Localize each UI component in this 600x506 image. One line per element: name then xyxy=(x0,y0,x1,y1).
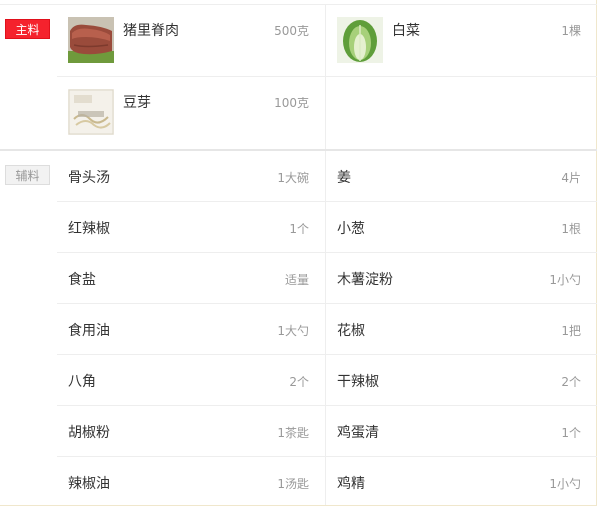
napa-cabbage-photo[interactable] xyxy=(337,17,383,63)
bean-sprouts-photo[interactable] xyxy=(68,89,114,135)
ingredient-name: 辣椒油 xyxy=(68,476,110,492)
aux-ingredient-row: 骨头汤 1大碗 姜 4片 xyxy=(57,151,597,202)
aux-ingredient-row: 辣椒油 1汤匙 鸡精 1小勺 xyxy=(57,457,597,505)
aux-ingredient-item[interactable]: 红辣椒 1个 xyxy=(57,202,326,252)
ingredient-amount: 1小勺 xyxy=(549,477,581,491)
ingredient-amount: 2个 xyxy=(289,375,309,389)
ingredient-amount: 1根 xyxy=(561,222,581,236)
ingredient-name: 鸡蛋清 xyxy=(337,425,379,441)
ingredient-amount: 适量 xyxy=(284,273,309,287)
aux-ingredient-row: 八角 2个 干辣椒 2个 xyxy=(57,355,597,406)
aux-ingredients-tag: 辅料 xyxy=(5,165,50,185)
ingredient-name: 小葱 xyxy=(337,221,365,237)
ingredient-name: 八角 xyxy=(68,374,96,390)
main-ingredient-row: 猪里脊肉 500克 白菜 1棵 xyxy=(57,5,597,77)
main-ingredient-item[interactable]: 白菜 1棵 xyxy=(326,5,597,76)
main-ingredients-section: 主料 猪里脊肉 500克 白菜 1棵 豆芽 100克 xyxy=(0,5,597,149)
ingredient-amount: 1个 xyxy=(289,222,309,236)
aux-ingredient-item[interactable]: 辣椒油 1汤匙 xyxy=(57,457,326,505)
aux-ingredient-item[interactable]: 小葱 1根 xyxy=(326,202,597,252)
aux-ingredient-item[interactable]: 鸡精 1小勺 xyxy=(326,457,597,505)
ingredient-amount: 1个 xyxy=(561,426,581,440)
main-ingredient-item[interactable]: 豆芽 100克 xyxy=(57,77,326,149)
ingredient-name: 红辣椒 xyxy=(68,221,110,237)
aux-ingredient-item[interactable]: 胡椒粉 1茶匙 xyxy=(57,406,326,456)
aux-ingredient-item[interactable]: 木薯淀粉 1小勺 xyxy=(326,253,597,303)
ingredient-name: 白菜 xyxy=(392,23,420,39)
ingredient-name: 胡椒粉 xyxy=(68,425,110,441)
ingredient-amount: 1汤匙 xyxy=(277,477,309,491)
ingredient-name: 姜 xyxy=(337,170,351,186)
aux-ingredient-item[interactable]: 花椒 1把 xyxy=(326,304,597,354)
ingredient-amount: 1小勺 xyxy=(549,273,581,287)
empty-cell xyxy=(326,77,597,149)
ingredient-name: 干辣椒 xyxy=(337,374,379,390)
aux-ingredients-section: 辅料 骨头汤 1大碗 姜 4片 红辣椒 1个 小葱 1根 食盐 适量 木薯淀粉 … xyxy=(0,150,597,506)
aux-ingredient-item[interactable]: 干辣椒 2个 xyxy=(326,355,597,405)
aux-ingredient-item[interactable]: 食盐 适量 xyxy=(57,253,326,303)
aux-ingredient-item[interactable]: 鸡蛋清 1个 xyxy=(326,406,597,456)
ingredient-amount: 1大勺 xyxy=(277,324,309,338)
ingredient-amount: 4片 xyxy=(561,171,581,185)
aux-ingredient-row: 食盐 适量 木薯淀粉 1小勺 xyxy=(57,253,597,304)
ingredient-name: 鸡精 xyxy=(337,476,365,492)
aux-ingredient-row: 红辣椒 1个 小葱 1根 xyxy=(57,202,597,253)
ingredient-name: 猪里脊肉 xyxy=(123,23,179,39)
ingredient-name: 食盐 xyxy=(68,272,96,288)
ingredient-amount: 2个 xyxy=(561,375,581,389)
ingredient-amount: 1把 xyxy=(561,324,581,338)
aux-ingredient-item[interactable]: 姜 4片 xyxy=(326,151,597,201)
ingredient-amount: 1棵 xyxy=(561,24,581,38)
aux-ingredient-item[interactable]: 八角 2个 xyxy=(57,355,326,405)
main-ingredient-row: 豆芽 100克 xyxy=(57,77,597,149)
ingredient-name: 豆芽 xyxy=(123,95,151,111)
ingredient-name: 花椒 xyxy=(337,323,365,339)
ingredient-amount: 1大碗 xyxy=(277,171,309,185)
ingredient-amount: 500克 xyxy=(274,24,309,38)
ingredient-name: 食用油 xyxy=(68,323,110,339)
main-ingredients-tag: 主料 xyxy=(5,19,50,39)
ingredient-amount: 100克 xyxy=(274,96,309,110)
ingredient-name: 木薯淀粉 xyxy=(337,272,393,288)
aux-ingredient-row: 胡椒粉 1茶匙 鸡蛋清 1个 xyxy=(57,406,597,457)
ingredient-amount: 1茶匙 xyxy=(277,426,309,440)
aux-ingredient-item[interactable]: 骨头汤 1大碗 xyxy=(57,151,326,201)
aux-ingredient-row: 食用油 1大勺 花椒 1把 xyxy=(57,304,597,355)
main-ingredient-item[interactable]: 猪里脊肉 500克 xyxy=(57,5,326,76)
ingredient-name: 骨头汤 xyxy=(68,170,110,186)
pork-loin-photo[interactable] xyxy=(68,17,114,63)
aux-ingredient-item[interactable]: 食用油 1大勺 xyxy=(57,304,326,354)
